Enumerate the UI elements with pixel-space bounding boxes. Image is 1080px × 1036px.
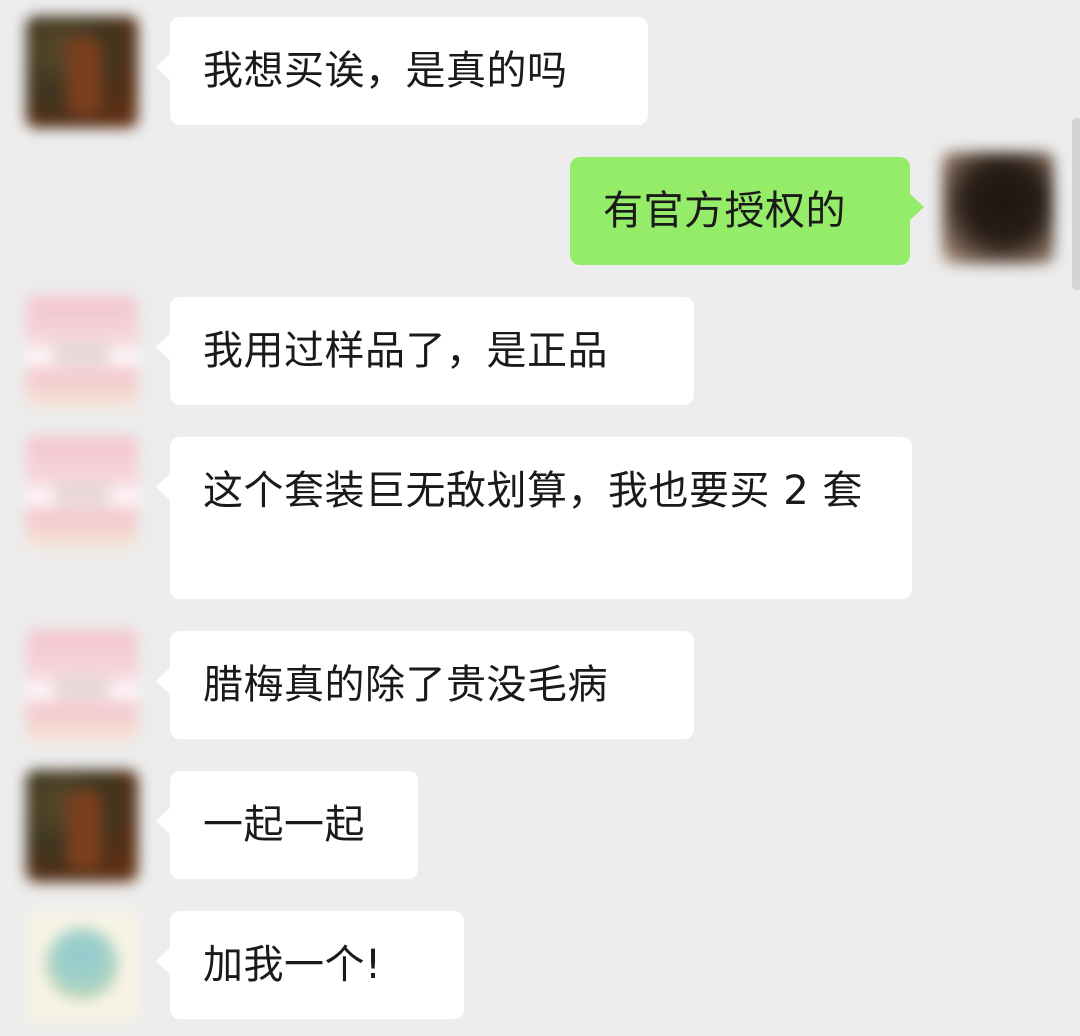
message-text: 有官方授权的 xyxy=(603,188,846,234)
message-bubble-incoming[interactable]: 这个套装巨无敌划算，我也要买 2 套 xyxy=(156,437,912,599)
message-text: 我用过样品了，是正品 xyxy=(203,328,608,374)
avatar[interactable] xyxy=(26,436,138,548)
message-bubble-outgoing[interactable]: 有官方授权的 xyxy=(570,157,924,265)
message-text: 这个套装巨无敌划算，我也要买 2 套 xyxy=(203,468,863,514)
avatar[interactable] xyxy=(26,910,138,1022)
message-text: 我想买诶，是真的吗 xyxy=(203,48,568,94)
avatar[interactable] xyxy=(26,770,138,882)
message-text: 腊梅真的除了贵没毛病 xyxy=(203,662,608,708)
message-bubble-incoming[interactable]: 腊梅真的除了贵没毛病 xyxy=(156,631,694,739)
chat-scrollbar[interactable] xyxy=(1072,118,1080,290)
message-text: 加我一个! xyxy=(203,942,382,988)
avatar[interactable] xyxy=(26,630,138,742)
message-bubble-incoming[interactable]: 我想买诶，是真的吗 xyxy=(156,17,648,125)
avatar[interactable] xyxy=(942,152,1054,264)
message-text: 一起一起 xyxy=(203,802,365,848)
message-bubble-incoming[interactable]: 一起一起 xyxy=(156,771,418,879)
avatar[interactable] xyxy=(26,16,138,128)
message-bubble-incoming[interactable]: 加我一个! xyxy=(156,911,464,1019)
message-bubble-incoming[interactable]: 我用过样品了，是正品 xyxy=(156,297,694,405)
avatar[interactable] xyxy=(26,296,138,408)
